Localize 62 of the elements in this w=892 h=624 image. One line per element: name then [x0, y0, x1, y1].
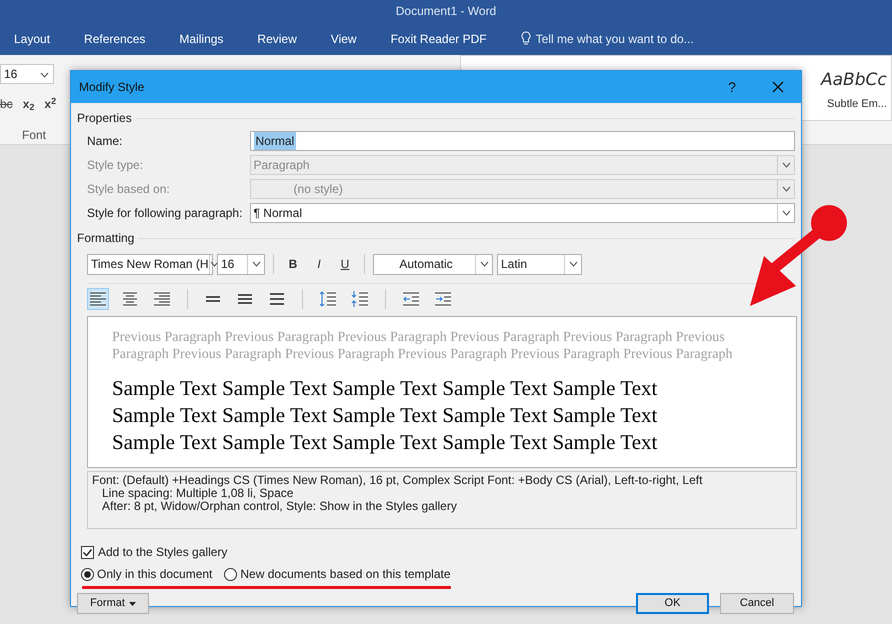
description-text: After: 8 pt, Widow/Orphan control, Style: Show in the Styles gallery	[101, 500, 458, 513]
description-text: Font: (Default) +Headings CS (Times New Roman), 16 pt, Complex Script Font: +Body CS (Arial), Left-to-right, Left	[92, 474, 704, 487]
dialog-title: Modify Style	[79, 79, 144, 96]
italic-button[interactable]: I	[308, 254, 330, 274]
caret-icon	[210, 261, 219, 267]
radio-label[interactable]: Only in this document	[97, 565, 212, 583]
field-label: Name:	[87, 133, 124, 150]
caret-icon	[782, 162, 790, 168]
ok-button[interactable]: OK	[636, 593, 709, 614]
color-dropdown[interactable]: Automatic	[373, 254, 493, 274]
caret-icon	[252, 261, 260, 267]
dropdown-field[interactable]: ¶ Normal	[250, 203, 795, 223]
section-label: Properties	[77, 110, 132, 127]
ribbon-tab[interactable]: Review	[257, 30, 297, 48]
caret-icon	[782, 210, 790, 216]
checkbox-label[interactable]: Add to the Styles gallery	[98, 543, 228, 561]
strikethrough-button[interactable]: bc	[0, 95, 13, 113]
style-name: Subtle Em...	[827, 97, 887, 112]
radio-button[interactable]	[224, 568, 238, 580]
help-button[interactable]: ?	[709, 76, 755, 98]
superscript-button[interactable]: x$^{2}$	[44, 95, 56, 113]
section-label: Formatting	[77, 230, 134, 247]
underline-button[interactable]: U	[334, 254, 356, 274]
sample-text: Sample Text Sample Text Sample Text Sample Text Sample Text	[112, 429, 658, 456]
sample-text: Sample Text Sample Text Sample Text Sample Text Sample Text	[112, 375, 658, 402]
cancel-button[interactable]: Cancel	[720, 593, 794, 614]
field-label: Style based on:	[87, 181, 171, 198]
sample-text: Sample Text Sample Text Sample Text Sample Text Sample Text	[112, 402, 658, 429]
size-dropdown[interactable]: 16	[217, 254, 265, 274]
dropdown-field: (no style)	[250, 179, 795, 199]
format-button[interactable]: Format	[77, 593, 149, 614]
window-title: Document1 - Word	[396, 3, 496, 20]
ribbon-group-label: Font	[22, 127, 46, 144]
caret-icon	[40, 72, 49, 78]
align-button[interactable]	[87, 288, 109, 310]
description-text: Line spacing: Multiple 1,08 li, Space	[101, 487, 294, 500]
bold-button[interactable]: B	[282, 254, 304, 274]
ribbon-tab[interactable]: References	[84, 30, 146, 48]
ribbon-tab[interactable]: Mailings	[179, 30, 224, 48]
field-label: Style for following paragraph:	[87, 205, 244, 222]
script-dropdown[interactable]: Latin	[497, 254, 582, 274]
radio-label[interactable]: New documents based on this template	[240, 565, 451, 583]
font-size-field[interactable]: 16	[0, 64, 54, 84]
checkbox[interactable]	[81, 546, 94, 558]
caret-icon	[782, 186, 790, 192]
input-field[interactable]: Normal	[250, 131, 795, 151]
caret-icon	[480, 261, 488, 267]
radio-button[interactable]	[81, 568, 94, 580]
ribbon-tab[interactable]: View	[330, 30, 357, 48]
tell-me-field[interactable]: Tell me what you want to do...	[536, 30, 694, 48]
ribbon-tab[interactable]: Layout	[14, 30, 50, 48]
caret-icon	[568, 261, 578, 267]
dropdown-field: Paragraph	[250, 155, 795, 175]
style-preview[interactable]: AaBbCc	[821, 68, 887, 94]
caret-icon	[128, 602, 136, 606]
paragraph-spacing-button[interactable]	[349, 288, 371, 310]
previous-paragraph-text: Previous Paragraph Previous Paragraph Previous Paragraph Previous Paragraph Previous Paragraph Previous Paragraph Previous Paragraph Previous Paragraph Previous Paragraph Previous Paragraph Previous Paragraph	[112, 329, 734, 363]
subscript-button[interactable]: x$_{2}$	[22, 95, 34, 113]
field-label: Style type:	[87, 157, 144, 174]
lightbulb-icon	[520, 31, 531, 46]
ribbon-tab[interactable]: Foxit Reader PDF	[390, 30, 487, 48]
close-icon	[772, 81, 784, 93]
